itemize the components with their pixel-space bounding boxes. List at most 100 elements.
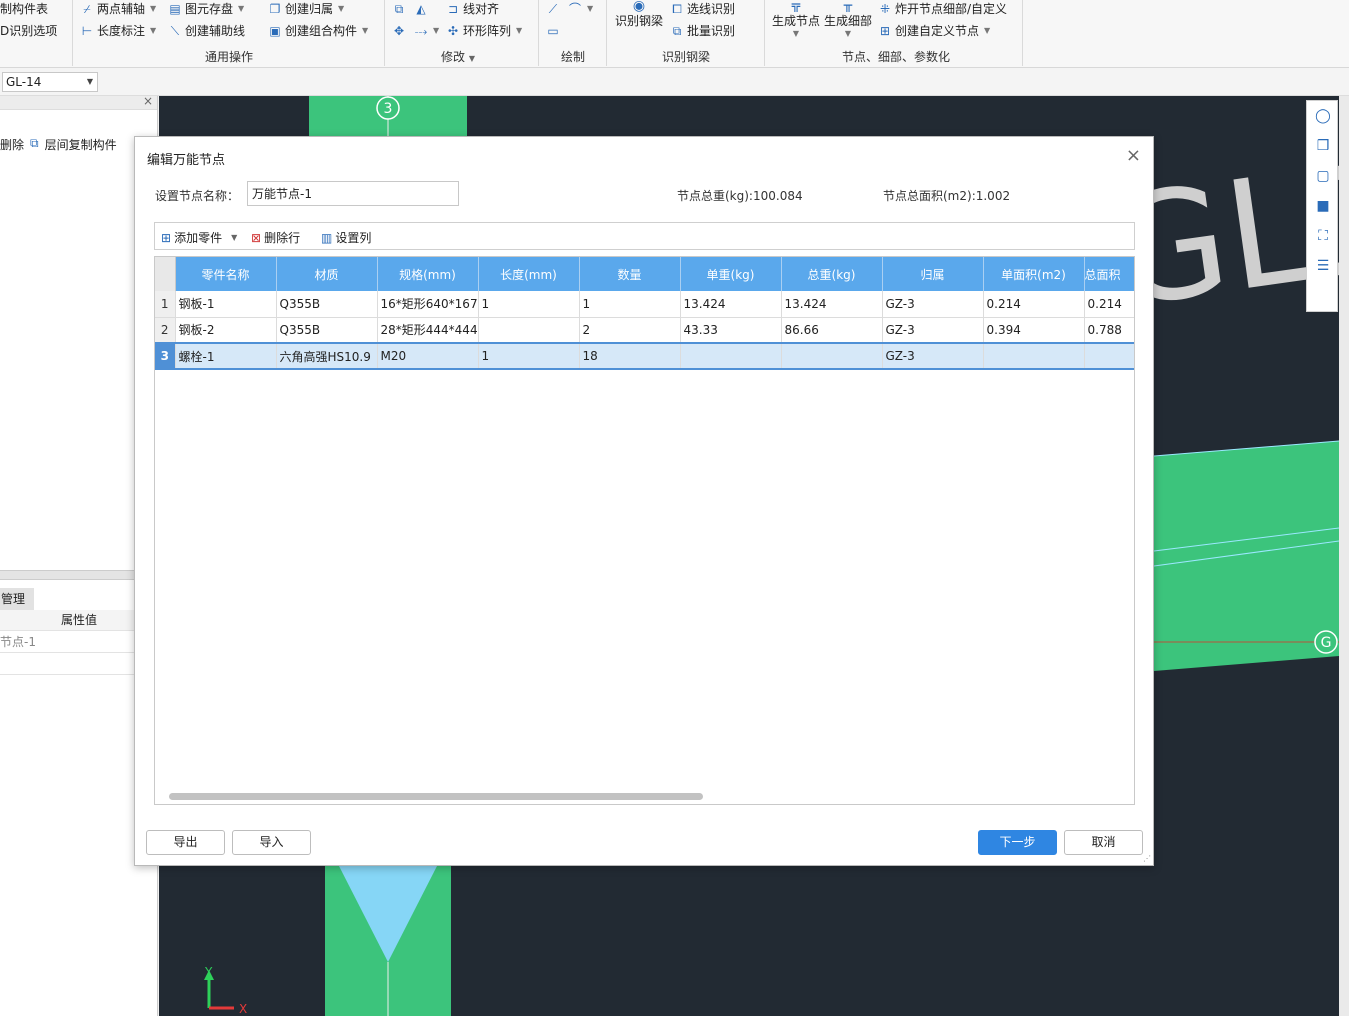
row-number[interactable]: 3 — [155, 342, 176, 370]
column-header[interactable]: 规格(mm) — [377, 257, 479, 291]
component-table-button[interactable]: 制构件表 — [0, 0, 48, 18]
close-icon[interactable]: × — [143, 94, 153, 108]
table-row[interactable]: 1 钢板-1 Q355B 16*矩形640*167 1 1 13.424 13.… — [155, 291, 1134, 318]
table-cell[interactable]: GZ-3 — [882, 291, 984, 318]
table-cell[interactable]: 1 — [579, 291, 681, 318]
extend-tool-button[interactable]: ⤏ ▼ — [414, 22, 439, 40]
explode-icon: ⁜ — [879, 2, 891, 16]
close-icon[interactable]: × — [1126, 145, 1141, 166]
column-header[interactable]: 数量 — [579, 257, 681, 291]
table-cell[interactable]: 0.394 — [983, 317, 1085, 344]
draw-arc-button[interactable]: ⌒ ▼ — [568, 0, 593, 18]
table-cell[interactable]: 0.788 — [1084, 317, 1134, 344]
node-name-input[interactable] — [247, 181, 459, 206]
batch-recognize-button[interactable]: ⧉ 批量识别 — [670, 22, 735, 40]
row-number[interactable]: 1 — [155, 291, 176, 318]
orbit-view-button[interactable]: ◯ — [1307, 101, 1339, 131]
create-ownership-button[interactable]: ❐ 创建归属 ▼ — [268, 0, 345, 18]
set-columns-button[interactable]: ▥ 设置列 — [321, 229, 371, 246]
table-cell[interactable] — [781, 342, 883, 370]
table-cell[interactable]: 0.214 — [1084, 291, 1134, 318]
column-header[interactable]: 零件名称 — [175, 257, 277, 291]
table-cell[interactable]: 86.66 — [781, 317, 883, 344]
table-cell[interactable]: 43.33 — [680, 317, 782, 344]
table-cell[interactable]: M20 — [377, 342, 479, 370]
table-cell[interactable] — [478, 317, 580, 344]
mirror-tool-button[interactable]: ◭ — [414, 0, 428, 18]
table-cell[interactable]: 钢板-1 — [175, 291, 277, 318]
table-cell[interactable]: 钢板-2 — [175, 317, 277, 344]
column-header[interactable]: 总面积 — [1084, 257, 1134, 291]
table-cell[interactable]: GZ-3 — [882, 317, 984, 344]
explode-node-button[interactable]: ⁜ 炸开节点细部/自定义 — [878, 0, 1007, 18]
table-row-selected[interactable]: 3 螺栓-1 六角高强HS10.9 M20 1 18 GZ-3 — [155, 342, 1134, 370]
save-element-button[interactable]: ▤ 图元存盘 ▼ — [168, 0, 244, 18]
draw-line-button[interactable]: ⟋ — [546, 0, 560, 18]
create-custom-node-label: 创建自定义节点 — [895, 24, 980, 38]
next-step-button[interactable]: 下一步 — [978, 830, 1057, 855]
table-cell[interactable]: 18 — [579, 342, 681, 370]
table-cell[interactable]: Q355B — [276, 317, 378, 344]
recognize-options-button[interactable]: D识别选项 — [0, 22, 57, 40]
column-header[interactable]: 材质 — [276, 257, 378, 291]
select-line-recognize-button[interactable]: ⧠ 选线识别 — [670, 0, 735, 18]
canvas-scrollbar[interactable] — [1339, 96, 1349, 1016]
column-header[interactable]: 单面积(m2) — [983, 257, 1085, 291]
table-cell[interactable]: 2 — [579, 317, 681, 344]
import-button[interactable]: 导入 — [232, 830, 311, 855]
ring-array-button[interactable]: ✣ 环形阵列 ▼ — [446, 22, 522, 40]
table-cell[interactable]: 1 — [478, 342, 580, 370]
add-part-button[interactable]: ⊞ 添加零件 ▼ — [161, 229, 237, 246]
modify-group-label[interactable]: 修改 ▼ — [441, 48, 475, 65]
move-tool-button[interactable]: ✥ — [392, 22, 406, 40]
table-cell[interactable]: 六角高强HS10.9 — [276, 342, 378, 370]
delete-button[interactable]: 删除 — [0, 136, 24, 153]
table-cell[interactable]: 13.424 — [781, 291, 883, 318]
fullscreen-button[interactable]: ⛶ — [1307, 221, 1339, 251]
copy-tool-button[interactable]: ⧉ — [392, 0, 406, 18]
create-custom-node-button[interactable]: ⊞ 创建自定义节点 ▼ — [878, 22, 990, 40]
generate-detail-button[interactable]: ╥ 生成细部 ▼ — [822, 0, 874, 38]
3d-view-button[interactable]: ❒ — [1307, 131, 1339, 161]
table-cell[interactable] — [983, 342, 1085, 370]
generate-node-button[interactable]: ╦ 生成节点 ▼ — [770, 0, 822, 38]
delete-row-button[interactable]: ⊠ 删除行 — [251, 229, 300, 246]
table-cell[interactable] — [1084, 342, 1134, 370]
draw-rect-button[interactable]: ▭ — [546, 22, 560, 40]
table-row[interactable]: 2 钢板-2 Q355B 28*矩形444*444 2 43.33 86.66 … — [155, 317, 1134, 344]
list-view-button[interactable]: ☰ — [1307, 251, 1339, 281]
floor-copy-button[interactable]: 层间复制构件 — [45, 136, 117, 153]
tab-manage[interactable]: 管理 — [0, 588, 34, 610]
group-separator — [1022, 0, 1023, 66]
table-cell[interactable]: 28*矩形444*444 — [377, 317, 479, 344]
chevron-down-icon: ▼ — [338, 4, 345, 13]
beam-member — [1154, 441, 1339, 671]
length-dimension-button[interactable]: ⊢ 长度标注 ▼ — [80, 22, 156, 40]
create-combo-component-button[interactable]: ▣ 创建组合构件 ▼ — [268, 22, 368, 40]
column-header[interactable]: 总重(kg) — [781, 257, 883, 291]
table-cell[interactable]: Q355B — [276, 291, 378, 318]
component-selector[interactable]: GL-14 ▼ — [2, 72, 98, 92]
export-button[interactable]: 导出 — [146, 830, 225, 855]
table-cell[interactable]: 16*矩形640*167 — [377, 291, 479, 318]
horizontal-scrollbar[interactable] — [169, 793, 703, 800]
recognize-beam-button[interactable]: ◉ 识别钢梁 — [612, 0, 666, 29]
table-cell[interactable]: 13.424 — [680, 291, 782, 318]
table-cell[interactable]: 1 — [478, 291, 580, 318]
two-point-axis-button[interactable]: ⌿ 两点辅轴 ▼ — [80, 0, 156, 18]
resize-grip-icon[interactable]: ⋰ — [1143, 854, 1151, 863]
solid-view-button[interactable]: ■ — [1307, 191, 1339, 221]
create-guide-line-button[interactable]: ⟍ 创建辅助线 — [168, 22, 245, 40]
line-align-button[interactable]: ⊐ 线对齐 — [446, 0, 499, 18]
recognize-beam-icon: ◉ — [632, 0, 646, 12]
table-cell[interactable]: GZ-3 — [882, 342, 984, 370]
table-cell[interactable]: 0.214 — [983, 291, 1085, 318]
column-header[interactable]: 长度(mm) — [478, 257, 580, 291]
cancel-button[interactable]: 取消 — [1064, 830, 1143, 855]
box-view-button[interactable]: ▢ — [1307, 161, 1339, 191]
column-header[interactable]: 单重(kg) — [680, 257, 782, 291]
table-cell[interactable]: 螺栓-1 — [175, 342, 277, 370]
column-header[interactable]: 归属 — [882, 257, 984, 291]
row-number[interactable]: 2 — [155, 317, 176, 344]
table-cell[interactable] — [680, 342, 782, 370]
